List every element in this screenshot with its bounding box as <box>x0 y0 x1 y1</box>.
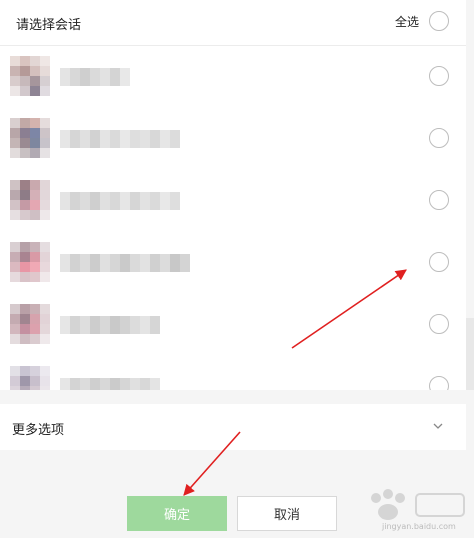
session-select-panel: 请选择会话 全选 更多选项 确定 取消 <box>0 0 466 538</box>
more-options-label: 更多选项 <box>12 423 65 438</box>
session-item[interactable] <box>0 170 466 232</box>
session-radio[interactable] <box>429 252 449 272</box>
session-radio[interactable] <box>429 66 449 86</box>
avatar <box>10 366 50 390</box>
avatar <box>10 118 50 158</box>
chevron-down-icon <box>433 423 443 429</box>
session-radio[interactable] <box>429 128 449 148</box>
session-list <box>0 46 466 390</box>
session-item[interactable] <box>0 46 466 108</box>
session-name-blurred <box>60 254 190 272</box>
panel-header: 请选择会话 全选 <box>0 0 466 46</box>
session-name-blurred <box>60 68 130 86</box>
session-name-blurred <box>60 316 160 334</box>
session-radio[interactable] <box>429 190 449 210</box>
watermark-text: jingyan.baidu.com <box>382 522 456 531</box>
more-options-row[interactable]: 更多选项 <box>0 404 466 450</box>
confirm-button[interactable]: 确定 <box>127 496 227 531</box>
panel-title: 请选择会话 <box>16 18 82 33</box>
session-radio[interactable] <box>429 314 449 334</box>
session-name-blurred <box>60 378 160 390</box>
list-scrollbar[interactable] <box>466 318 474 390</box>
cancel-button[interactable]: 取消 <box>237 496 337 531</box>
session-name-blurred <box>60 192 180 210</box>
session-item[interactable] <box>0 356 466 390</box>
session-item[interactable] <box>0 232 466 294</box>
avatar <box>10 304 50 344</box>
session-item[interactable] <box>0 108 466 170</box>
session-radio[interactable] <box>429 376 449 390</box>
avatar <box>10 180 50 220</box>
session-name-blurred <box>60 130 180 148</box>
session-item[interactable] <box>0 294 466 356</box>
select-all-label: 全选 <box>394 14 419 29</box>
select-all-toggle[interactable]: 全选 <box>395 11 449 31</box>
avatar <box>10 242 50 282</box>
select-all-radio[interactable] <box>429 11 449 31</box>
avatar <box>10 56 50 96</box>
